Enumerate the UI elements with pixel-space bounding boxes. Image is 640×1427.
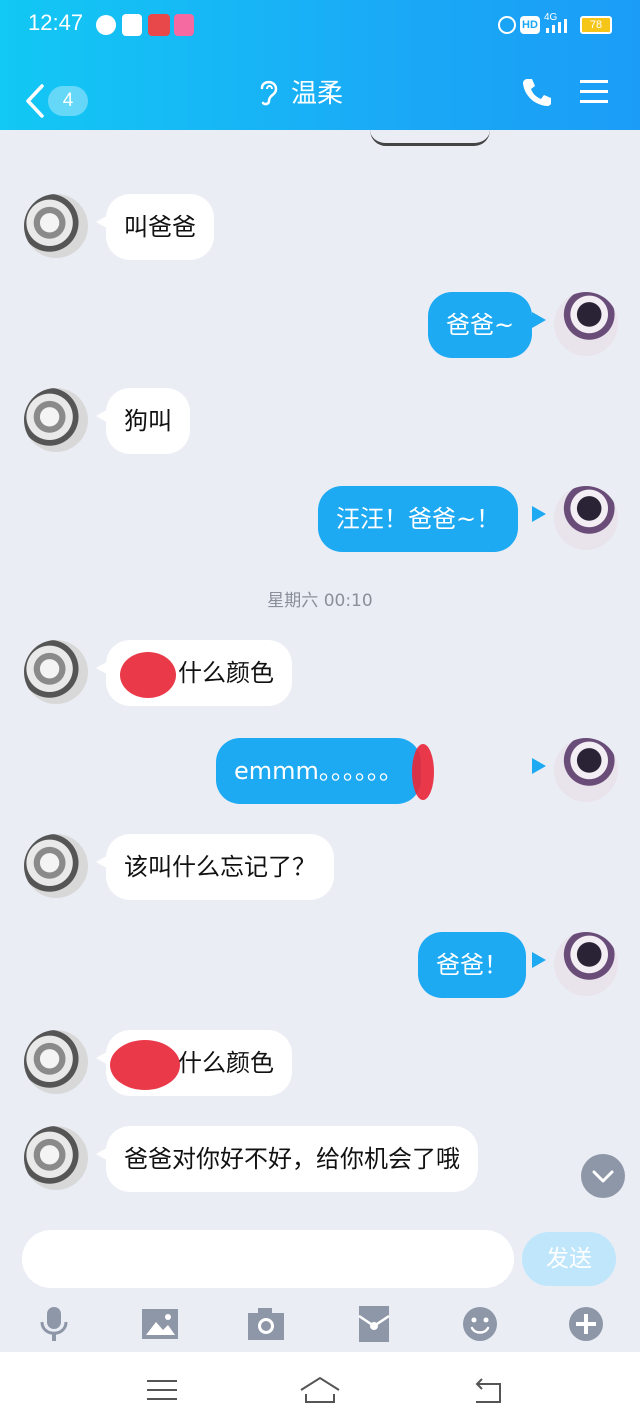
- message-row: 什么颜色: [0, 640, 640, 720]
- message-row: 汪汪！爸爸~！: [0, 486, 640, 566]
- message-timestamp: 星期六 00:10: [267, 591, 373, 611]
- message-bubble[interactable]: 狗叫: [106, 388, 190, 454]
- send-button[interactable]: 发送: [522, 1232, 616, 1286]
- message-bubble[interactable]: 叫爸爸: [106, 194, 214, 260]
- message-text: 什么颜色: [178, 659, 274, 687]
- speed-icon: [96, 15, 116, 35]
- home-icon: [300, 1376, 340, 1403]
- contact-avatar[interactable]: [24, 1030, 88, 1094]
- bubble-tail: [532, 952, 546, 968]
- status-time: 12:47: [28, 10, 84, 35]
- menu-icon: [580, 80, 608, 103]
- bilibili-notification-icon: [174, 14, 194, 36]
- my-avatar[interactable]: [554, 738, 618, 802]
- message-bubble[interactable]: 爸爸~: [428, 292, 533, 358]
- bubble-tail: [532, 758, 546, 774]
- toutiao-notification-icon: [148, 14, 170, 36]
- bubble-tail: [532, 312, 546, 328]
- my-avatar[interactable]: [554, 292, 618, 356]
- message-bubble[interactable]: 汪汪！爸爸~！: [318, 486, 519, 552]
- system-navigation-bar: [0, 1352, 640, 1427]
- message-list[interactable]: 叫爸爸 爸爸~ 狗叫 汪汪！爸爸~！ 星期六 00:10 什么颜色 emmm。。…: [0, 130, 640, 1220]
- chat-title: 温柔: [291, 78, 344, 109]
- message-bubble[interactable]: 该叫什么忘记了？: [106, 834, 334, 900]
- alarm-icon: [498, 16, 516, 34]
- bubble-tail: [532, 506, 546, 522]
- message-bubble[interactable]: 爸爸对你好不好，给你机会了哦: [106, 1126, 478, 1192]
- back-nav-button[interactable]: [470, 1372, 506, 1408]
- image-icon[interactable]: [140, 1304, 180, 1344]
- message-bubble[interactable]: 爸爸！: [418, 932, 526, 998]
- contact-avatar[interactable]: [24, 640, 88, 704]
- redaction-scribble: [120, 652, 176, 698]
- input-toolbar: [0, 1300, 640, 1352]
- menu-button[interactable]: [578, 72, 618, 112]
- red-envelope-icon[interactable]: [354, 1304, 394, 1344]
- battery-icon: 78: [580, 16, 612, 34]
- my-avatar[interactable]: [554, 932, 618, 996]
- emoji-icon[interactable]: [460, 1304, 500, 1344]
- my-avatar[interactable]: [554, 486, 618, 550]
- message-row: 什么颜色: [0, 1030, 640, 1110]
- camera-icon[interactable]: [246, 1304, 286, 1344]
- plus-icon[interactable]: [566, 1304, 606, 1344]
- message-row: emmm。。。。。。: [0, 738, 640, 818]
- message-text: 什么颜色: [178, 1049, 274, 1077]
- chevron-left-icon: [26, 84, 44, 118]
- message-row: 爸爸对你好不好，给你机会了哦: [0, 1126, 640, 1206]
- back-arrow-icon: [475, 1378, 501, 1403]
- message-row: 该叫什么忘记了？: [0, 834, 640, 914]
- chevron-down-icon: [592, 1170, 614, 1183]
- sticker-fragment: [370, 130, 490, 146]
- contact-avatar[interactable]: [24, 194, 88, 258]
- chat-header: 12:47 HD 4G 78 4 温柔: [0, 0, 640, 130]
- app-notification-icon: [122, 14, 142, 36]
- message-bubble[interactable]: emmm。。。。。。: [216, 738, 421, 804]
- call-button[interactable]: [520, 72, 560, 112]
- message-input[interactable]: [22, 1230, 514, 1288]
- contact-avatar[interactable]: [24, 1126, 88, 1190]
- redaction-scribble: [110, 1040, 180, 1090]
- hd-icon: HD: [520, 16, 540, 34]
- message-row: 狗叫: [0, 388, 640, 468]
- signal-icon: 4G: [544, 12, 574, 33]
- scroll-to-bottom-button[interactable]: [581, 1154, 625, 1198]
- phone-icon: [523, 79, 551, 106]
- message-row: 叫爸爸: [0, 194, 640, 274]
- redaction-scribble: [412, 744, 434, 800]
- ear-icon: [260, 80, 278, 106]
- message-row: 爸爸！: [0, 932, 640, 1012]
- contact-avatar[interactable]: [24, 388, 88, 452]
- menu-lines-icon: [147, 1380, 177, 1400]
- back-button[interactable]: 4: [22, 70, 92, 118]
- message-row: 爸爸~: [0, 292, 640, 372]
- contact-avatar[interactable]: [24, 834, 88, 898]
- recents-button[interactable]: [144, 1372, 180, 1408]
- nav-bar: 4 温柔: [0, 60, 640, 124]
- unread-count-badge: 4: [48, 86, 88, 116]
- home-button[interactable]: [298, 1372, 342, 1408]
- status-bar: 12:47 HD 4G 78: [0, 0, 640, 52]
- microphone-icon[interactable]: [34, 1304, 74, 1344]
- input-bar: 发送: [0, 1220, 640, 1300]
- chat-title-area[interactable]: 温柔: [255, 74, 344, 109]
